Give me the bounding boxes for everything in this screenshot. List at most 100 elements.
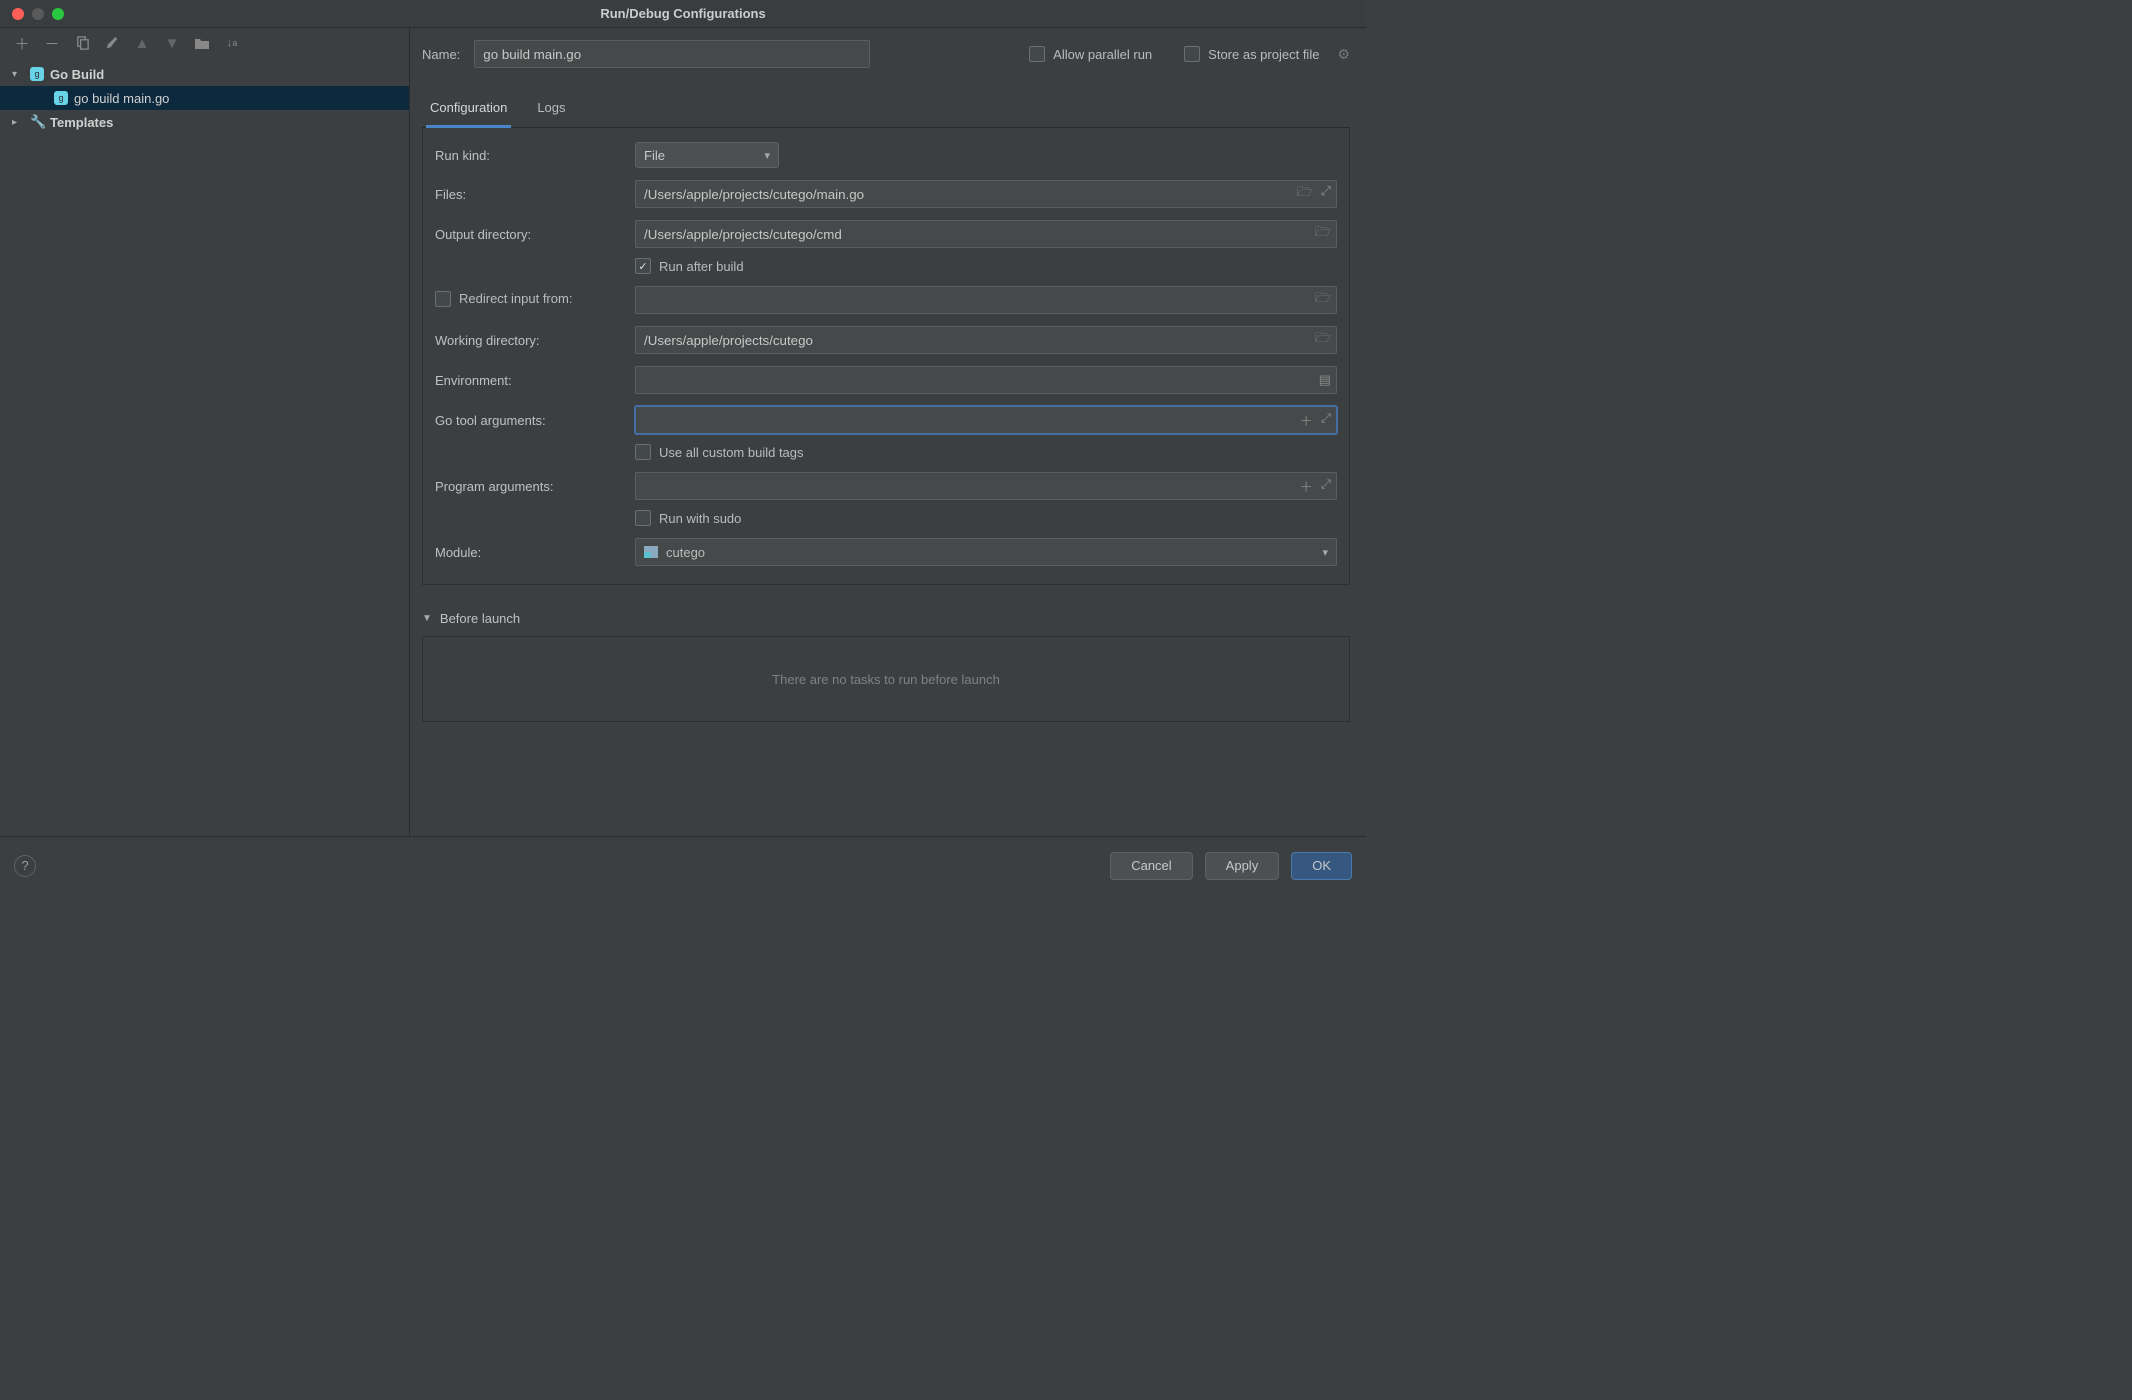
gear-icon[interactable]: ⚙ [1337,46,1350,63]
expand-icon[interactable]: ⤢ [1321,183,1331,205]
allow-parallel-checkbox[interactable]: Allow parallel run [1029,46,1152,62]
add-config-icon[interactable]: ＋ [14,35,30,51]
tab-logs[interactable]: Logs [533,92,569,127]
working-dir-input[interactable] [635,326,1337,354]
remove-config-icon[interactable]: － [44,35,60,51]
configuration-form: Run kind: File Files: 🗁 ⤢ [422,128,1350,585]
environment-input[interactable] [635,366,1337,394]
run-after-build-row: Run after build [435,258,1337,274]
redirect-input-field[interactable] [635,286,1337,314]
name-row: Name: Allow parallel run Store as projec… [422,38,1350,70]
files-input[interactable] [635,180,1337,208]
browse-folder-icon[interactable]: 🗁 [1315,289,1331,311]
checkbox-icon [435,291,451,307]
cancel-button[interactable]: Cancel [1110,852,1192,880]
move-up-icon[interactable]: ▲ [134,35,150,51]
run-sudo-checkbox[interactable]: Run with sudo [635,510,741,526]
module-row: Module: cutego ▾ [435,538,1337,566]
checkbox-icon [635,510,651,526]
program-args-label: Program arguments: [435,479,635,494]
run-sudo-row: Run with sudo [435,510,1337,526]
store-project-label: Store as project file [1208,47,1319,62]
close-window-button[interactable] [12,8,24,20]
use-custom-tags-row: Use all custom build tags [435,444,1337,460]
tab-configuration[interactable]: Configuration [426,92,511,128]
output-dir-label: Output directory: [435,227,635,242]
program-args-row: Program arguments: ＋ ⤢ [435,472,1337,500]
chevron-down-icon: ▾ [1322,546,1328,559]
checkbox-icon [1184,46,1200,62]
browse-folder-icon[interactable]: 🗁 [1315,223,1331,245]
name-label: Name: [422,47,460,62]
run-kind-dropdown[interactable]: File [635,142,779,168]
right-panel: Name: Allow parallel run Store as projec… [410,28,1366,836]
left-panel: ＋ － ▲ ▼ ↓a ▾ g Go Build g go build [0,28,410,836]
folder-action-icon[interactable] [194,35,210,51]
expand-icon[interactable]: ⤢ [1321,411,1331,430]
before-launch-empty-text: There are no tasks to run before launch [772,672,1000,687]
output-dir-input[interactable] [635,220,1337,248]
working-dir-label: Working directory: [435,333,635,348]
redirect-input-label: Redirect input from: [459,291,572,306]
wrench-icon: 🔧 [30,114,44,130]
checkbox-checked-icon [635,258,651,274]
tree-item-go-build-main[interactable]: g go build main.go [0,86,409,110]
before-launch-section: ▼ Before launch There are no tasks to ru… [422,611,1350,722]
checkbox-icon [1029,46,1045,62]
config-tree: ▾ g Go Build g go build main.go ▸ 🔧 Temp… [0,58,409,836]
output-dir-row: Output directory: 🗁 [435,220,1337,248]
run-after-build-checkbox[interactable]: Run after build [635,258,744,274]
files-row: Files: 🗁 ⤢ [435,180,1337,208]
before-launch-label: Before launch [440,611,520,626]
window-controls [0,8,64,20]
ok-button[interactable]: OK [1291,852,1352,880]
help-button[interactable]: ? [14,855,36,877]
module-label: Module: [435,545,635,560]
allow-parallel-label: Allow parallel run [1053,47,1152,62]
run-after-build-label: Run after build [659,259,744,274]
window-title: Run/Debug Configurations [600,6,765,21]
module-value: cutego [666,545,705,560]
browse-folder-icon[interactable]: 🗁 [1315,329,1331,351]
run-sudo-label: Run with sudo [659,511,741,526]
config-tabs: Configuration Logs [422,92,1350,128]
run-kind-row: Run kind: File [435,142,1337,168]
redirect-input-row: Redirect input from: 🗁 [435,286,1337,314]
use-custom-tags-checkbox[interactable]: Use all custom build tags [635,444,804,460]
copy-config-icon[interactable] [74,35,90,51]
expand-icon[interactable]: ⤢ [1321,477,1331,496]
go-icon: g [54,91,68,105]
chevron-down-icon: ▾ [12,69,24,80]
redirect-input-checkbox[interactable]: Redirect input from: [435,291,572,307]
browse-folder-icon[interactable]: 🗁 [1296,183,1312,205]
sort-icon[interactable]: ↓a [224,35,240,51]
store-project-checkbox[interactable]: Store as project file [1184,46,1319,62]
list-edit-icon[interactable]: ▤ [1319,372,1331,388]
module-folder-icon [644,546,658,558]
go-tool-args-row: Go tool arguments: ＋ ⤢ [435,406,1337,434]
files-label: Files: [435,187,635,202]
go-tool-args-label: Go tool arguments: [435,413,635,428]
go-tool-args-input[interactable] [635,406,1337,434]
module-dropdown[interactable]: cutego ▾ [635,538,1337,566]
edit-defaults-icon[interactable] [104,35,120,51]
add-icon[interactable]: ＋ [1300,411,1313,430]
use-custom-tags-label: Use all custom build tags [659,445,804,460]
config-toolbar: ＋ － ▲ ▼ ↓a [0,28,409,58]
titlebar: Run/Debug Configurations [0,0,1366,28]
move-down-icon[interactable]: ▼ [164,35,180,51]
tree-label: Go Build [50,67,104,82]
add-icon[interactable]: ＋ [1300,477,1313,496]
name-input[interactable] [474,40,870,68]
tree-item-go-build[interactable]: ▾ g Go Build [0,62,409,86]
before-launch-tasks: There are no tasks to run before launch [422,636,1350,722]
apply-button[interactable]: Apply [1205,852,1280,880]
run-kind-value: File [644,148,665,163]
program-args-input[interactable] [635,472,1337,500]
minimize-window-button[interactable] [32,8,44,20]
tree-item-templates[interactable]: ▸ 🔧 Templates [0,110,409,134]
maximize-window-button[interactable] [52,8,64,20]
go-icon: g [30,67,44,81]
before-launch-header[interactable]: ▼ Before launch [422,611,1350,626]
environment-row: Environment: ▤ [435,366,1337,394]
